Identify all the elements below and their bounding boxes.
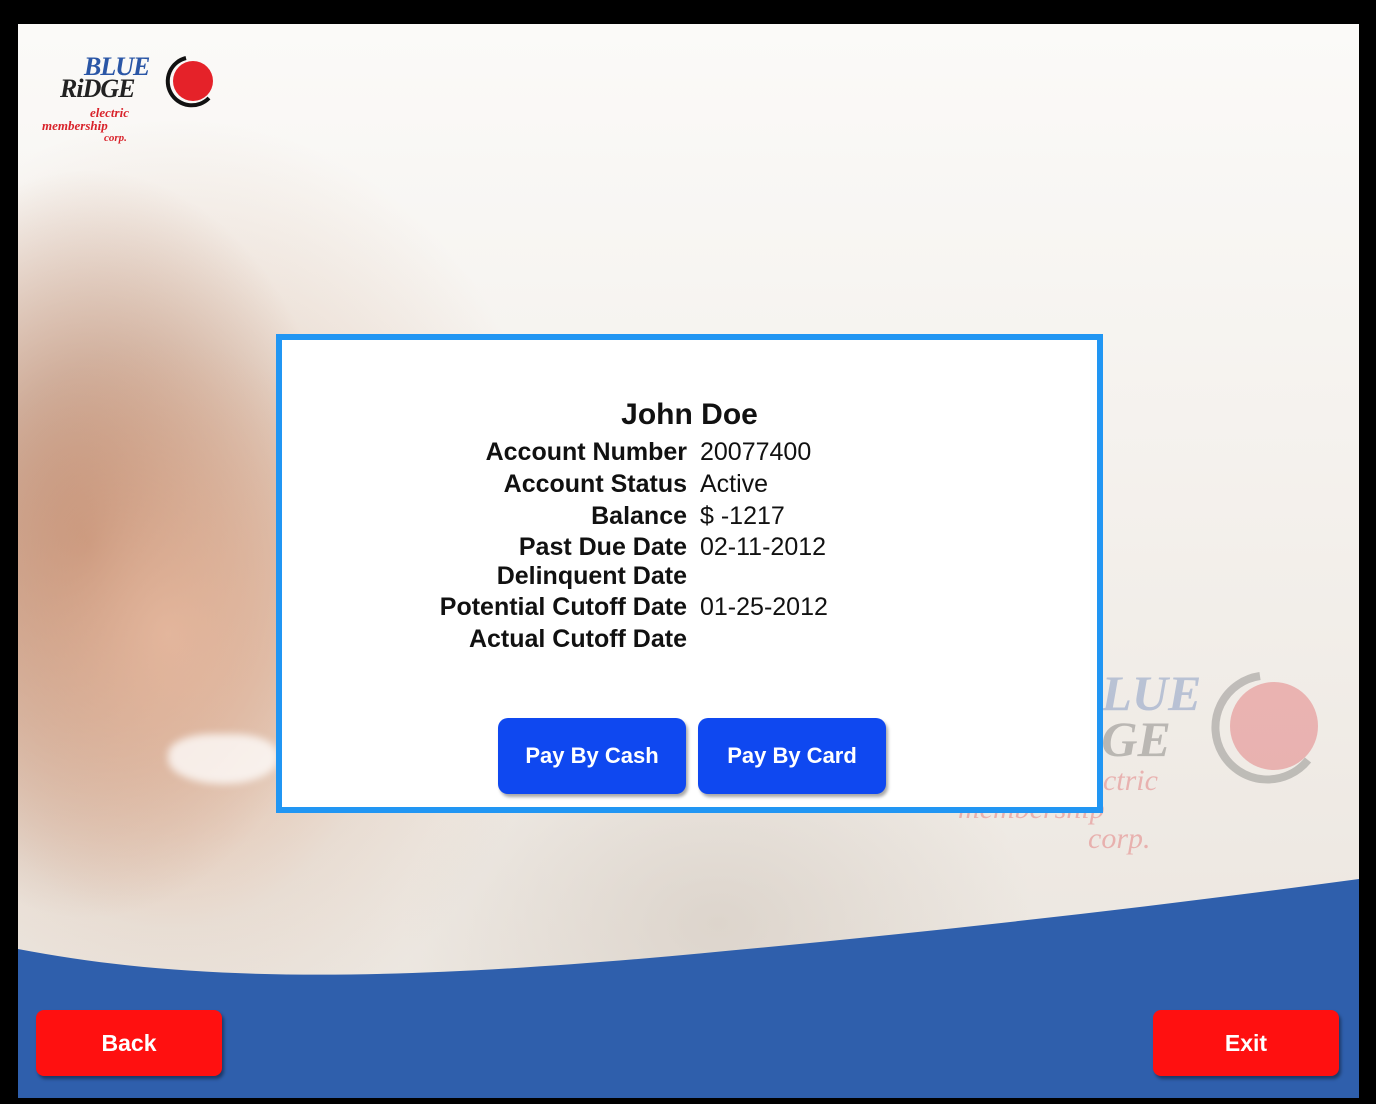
- logo-swirl-icon: [165, 56, 213, 108]
- balance-value: $ -1217: [700, 502, 785, 530]
- kiosk-screen: BLUE RiDGE electric membership corp. BLU…: [18, 24, 1359, 1098]
- account-number-value: 20077400: [700, 438, 812, 466]
- back-button[interactable]: Back: [36, 1010, 222, 1076]
- potential-cutoff-date-row: Potential Cutoff Date 01-25-2012: [282, 593, 1097, 625]
- past-due-date-value: 02-11-2012: [700, 533, 827, 561]
- logo-text: membership: [42, 118, 108, 133]
- past-due-date-row: Past Due Date 02-11-2012: [282, 533, 1097, 565]
- logo-text: RiDGE: [60, 74, 135, 103]
- delinquent-date-row: Delinquent Date: [282, 562, 1097, 594]
- info-label: Actual Cutoff Date: [468, 625, 687, 653]
- account-status-value: Active: [700, 470, 769, 498]
- info-label: Account Number: [485, 438, 687, 466]
- pay-by-cash-button[interactable]: Pay By Cash: [498, 718, 686, 794]
- potential-cutoff-date-value: 01-25-2012: [700, 593, 828, 621]
- customer-name: John Doe: [621, 398, 758, 431]
- watermark-swirl-icon: [1211, 672, 1318, 784]
- brand-logo: BLUE RiDGE electric membership corp.: [42, 50, 232, 160]
- account-info-dialog: John Doe Account Number 20077400 Account…: [276, 334, 1103, 813]
- watermark-text: corp.: [1088, 822, 1151, 855]
- account-number-row: Account Number 20077400: [282, 438, 1097, 470]
- info-label: Account Status: [503, 470, 687, 498]
- account-status-row: Account Status Active: [282, 470, 1097, 502]
- info-label: Delinquent Date: [496, 562, 687, 590]
- info-label: Past Due Date: [518, 533, 687, 561]
- logo-text: corp.: [104, 132, 127, 144]
- info-label: Balance: [591, 502, 687, 530]
- balance-row: Balance $ -1217: [282, 502, 1097, 534]
- actual-cutoff-date-row: Actual Cutoff Date: [282, 625, 1097, 657]
- pay-by-card-button[interactable]: Pay By Card: [698, 718, 886, 794]
- exit-button[interactable]: Exit: [1153, 1010, 1339, 1076]
- info-label: Potential Cutoff Date: [439, 593, 687, 621]
